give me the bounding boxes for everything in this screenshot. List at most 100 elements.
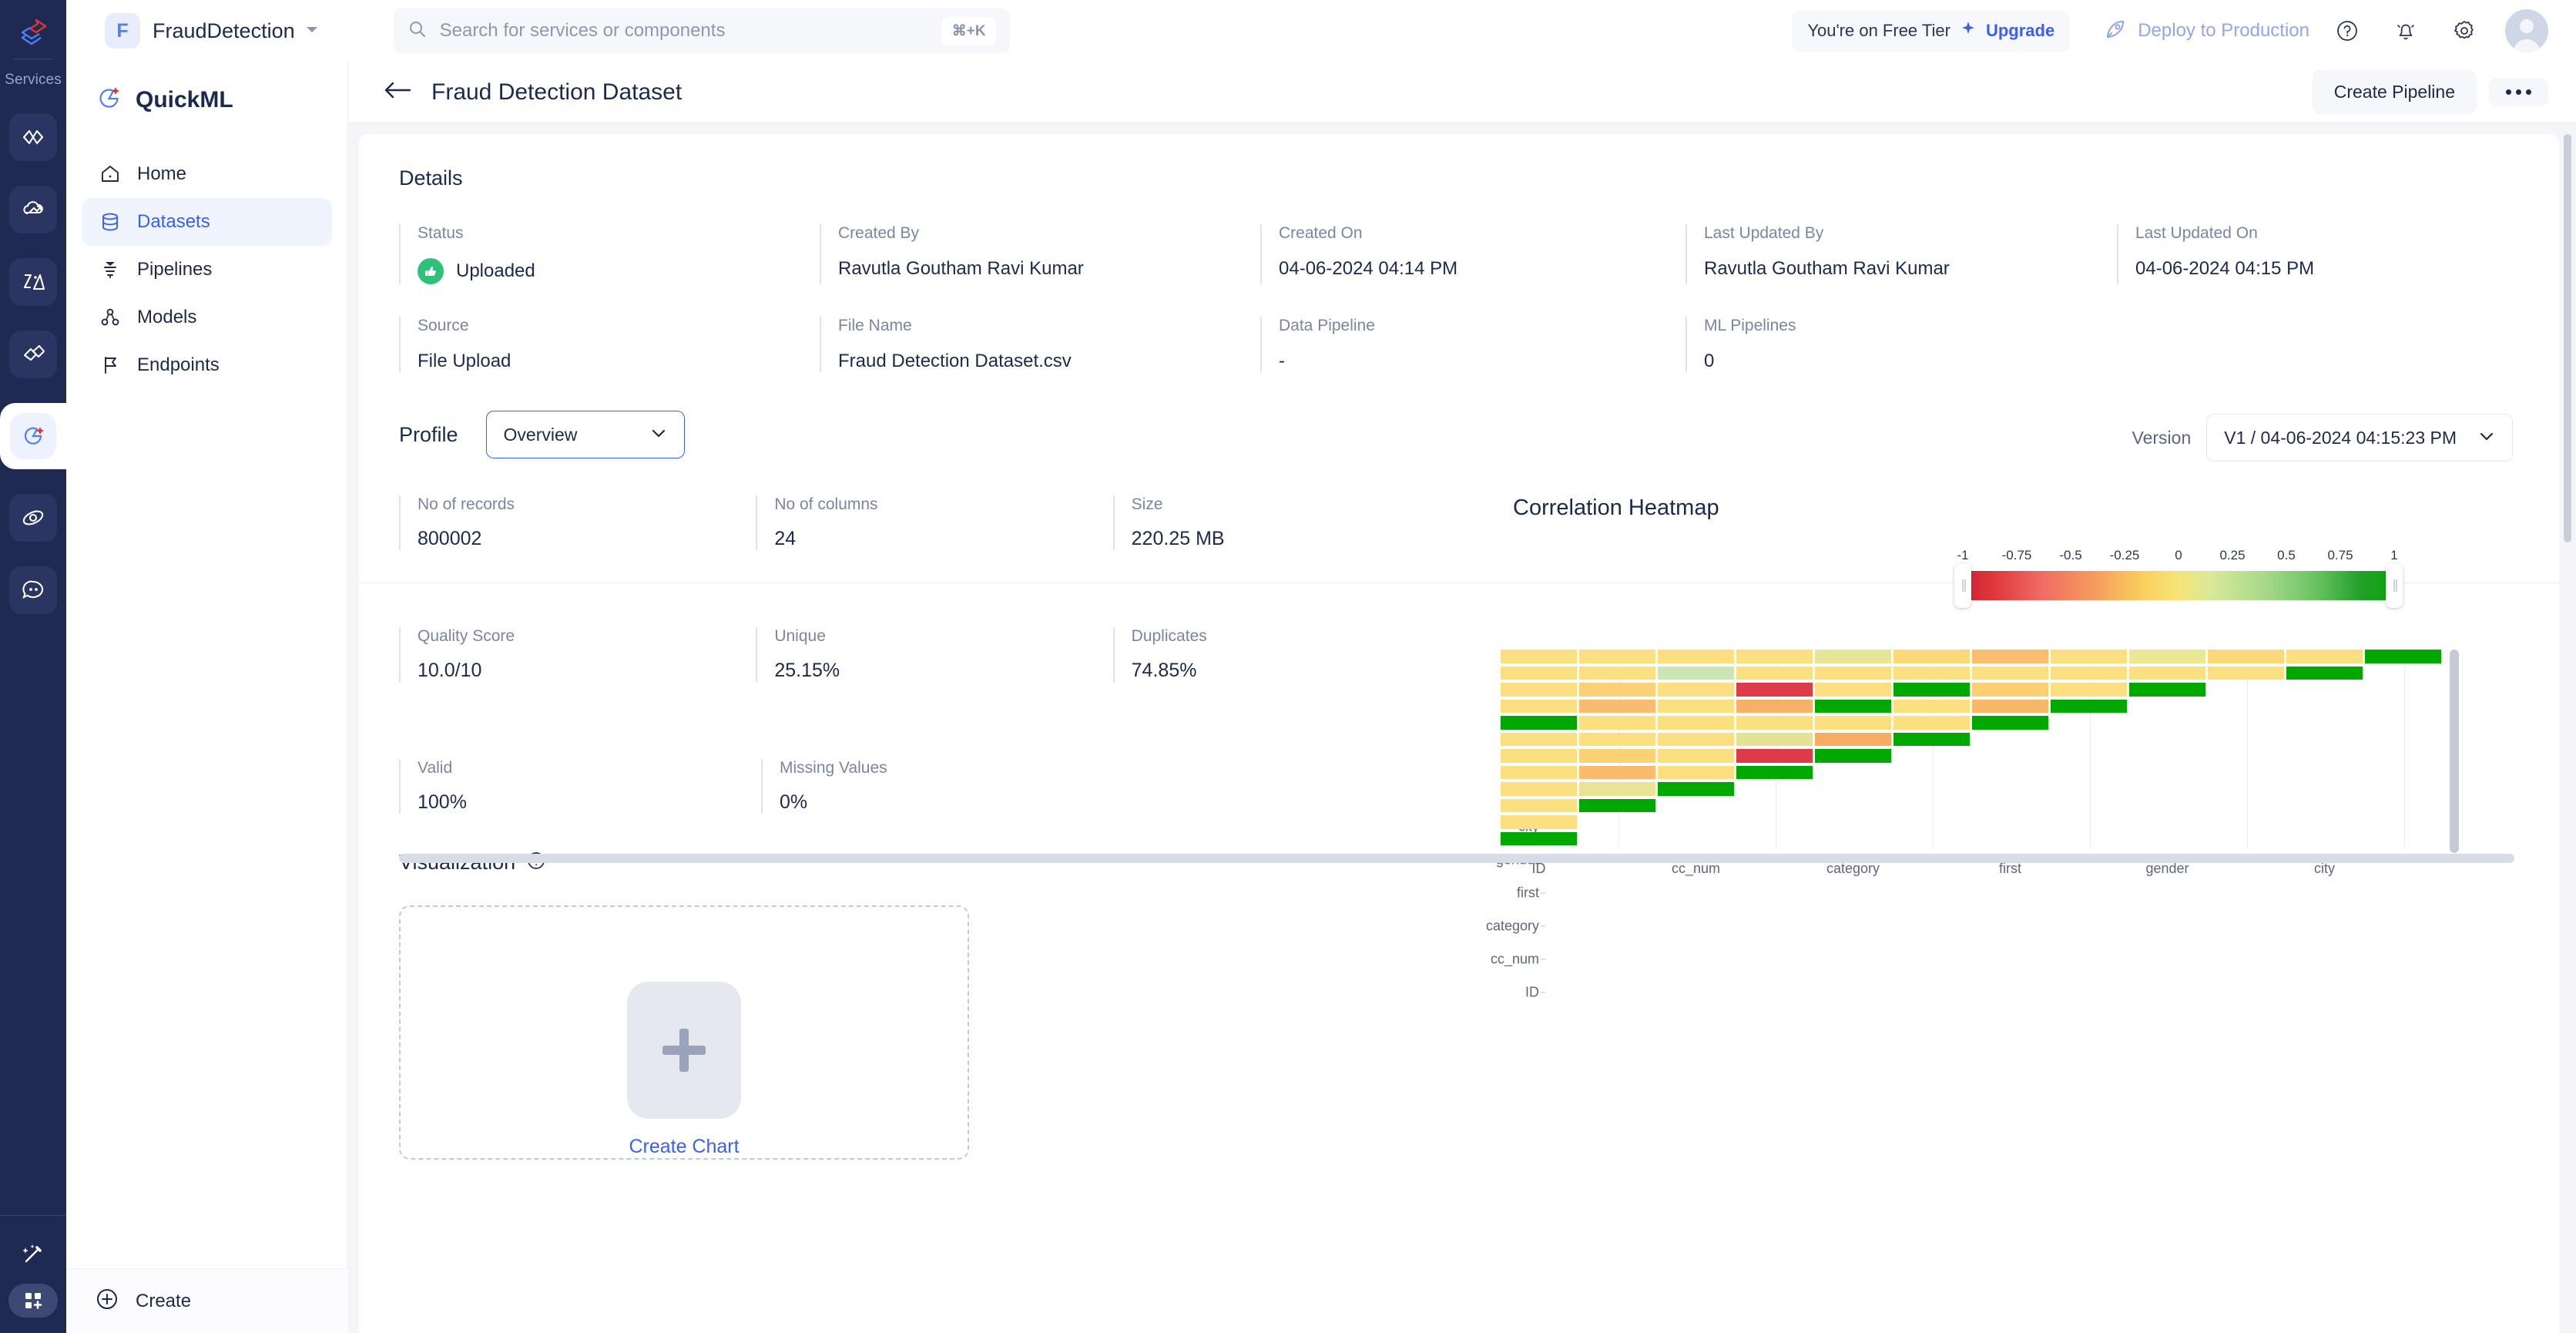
- heatmap-cell[interactable]: [1893, 650, 1970, 663]
- heatmap-cell[interactable]: [1658, 683, 1734, 697]
- chat-service-icon[interactable]: [9, 566, 57, 614]
- heatmap-cell[interactable]: [2208, 650, 2284, 663]
- heatmap-cell[interactable]: [2051, 683, 2127, 697]
- heatmap-cell[interactable]: [1815, 732, 1891, 746]
- heatmap-cell[interactable]: [2208, 666, 2284, 680]
- create-pipeline-button[interactable]: Create Pipeline: [2312, 70, 2477, 114]
- heatmap-cell[interactable]: [1972, 716, 2048, 730]
- heatmap-cell[interactable]: [1893, 699, 1970, 713]
- heatmap-cell[interactable]: [2051, 699, 2127, 713]
- heatmap-cell[interactable]: [1501, 716, 1577, 730]
- heatmap-cell[interactable]: [1501, 815, 1577, 829]
- heatmap-cell[interactable]: [2129, 683, 2205, 697]
- create-chart-dropzone[interactable]: Create Chart: [399, 905, 969, 1160]
- gear-icon[interactable]: [2444, 10, 2485, 52]
- heatmap-cell[interactable]: [1658, 782, 1734, 796]
- heatmap-cell[interactable]: [1736, 765, 1813, 779]
- heatmap-cell[interactable]: [1579, 749, 1655, 763]
- upgrade-link[interactable]: Upgrade: [1986, 21, 2054, 41]
- heatmap-cell[interactable]: [1815, 699, 1891, 713]
- quickml-brand[interactable]: QuickML: [66, 62, 347, 116]
- content-scrollbar-thumb[interactable]: [2564, 134, 2571, 542]
- heatmap-cell[interactable]: [1736, 716, 1813, 730]
- heatmap-cell[interactable]: [1815, 749, 1891, 763]
- heatmap-cell[interactable]: [1579, 732, 1655, 746]
- heatmap-cell[interactable]: [1815, 666, 1891, 680]
- version-select[interactable]: V1 / 04-06-2024 04:15:23 PM: [2206, 414, 2513, 462]
- heatmap-cell[interactable]: [1501, 798, 1577, 812]
- quickml-service-icon[interactable]: [0, 403, 66, 469]
- heatmap-cell[interactable]: [1501, 683, 1577, 697]
- heatmap-cell[interactable]: [1972, 666, 2048, 680]
- orbit-service-icon[interactable]: [9, 494, 57, 542]
- heatmap-cell[interactable]: [1736, 650, 1813, 663]
- app-grid-add-icon[interactable]: [8, 1284, 58, 1318]
- heatmap-cell[interactable]: [1501, 782, 1577, 796]
- heatmap-cell[interactable]: [1501, 699, 1577, 713]
- arrow-left-icon[interactable]: [384, 79, 411, 105]
- media-service-icon[interactable]: [9, 258, 57, 306]
- heatmap-cell[interactable]: [1579, 666, 1655, 680]
- heatmap-cell[interactable]: [2129, 650, 2205, 663]
- bell-icon[interactable]: [2385, 10, 2427, 52]
- heatmap-cell[interactable]: [2129, 666, 2205, 680]
- heatmap-cell[interactable]: [1501, 666, 1577, 680]
- heatmap-cell[interactable]: [1501, 831, 1577, 845]
- heatmap-cell[interactable]: [1893, 732, 1970, 746]
- heatmap-cell[interactable]: [2051, 666, 2127, 680]
- profile-view-select[interactable]: Overview: [485, 411, 685, 458]
- heatmap-cell[interactable]: [1658, 666, 1734, 680]
- heatmap-cell[interactable]: [2365, 650, 2441, 663]
- magic-wand-icon[interactable]: [12, 1236, 55, 1273]
- heatmap-cell[interactable]: [1658, 749, 1734, 763]
- heatmap-cell[interactable]: [1658, 716, 1734, 730]
- sidebar-item-models[interactable]: Models: [82, 294, 332, 341]
- heatmap-cell[interactable]: [1972, 683, 2048, 697]
- help-circle-icon[interactable]: [2326, 10, 2368, 52]
- colorbar-max-handle[interactable]: [2386, 563, 2403, 608]
- ellipsis-icon[interactable]: [2489, 78, 2548, 106]
- sidebar-item-endpoints[interactable]: Endpoints: [82, 341, 332, 389]
- code-service-icon[interactable]: [9, 113, 57, 161]
- colorbar-min-handle[interactable]: [1954, 563, 1971, 608]
- heatmap-cell[interactable]: [1972, 650, 2048, 663]
- heatmap-cell[interactable]: [1972, 699, 2048, 713]
- heatmap-cell[interactable]: [1736, 666, 1813, 680]
- heatmap-cell[interactable]: [1501, 749, 1577, 763]
- heatmap-cell[interactable]: [2051, 650, 2127, 663]
- heatmap-cell[interactable]: [1579, 798, 1655, 812]
- heatmap-cell[interactable]: [1893, 666, 1970, 680]
- heatmap-cell[interactable]: [1501, 765, 1577, 779]
- heatmap-cell[interactable]: [1579, 716, 1655, 730]
- heatmap-cell[interactable]: [1736, 732, 1813, 746]
- heatmap-cell[interactable]: [1815, 683, 1891, 697]
- heatmap-cell[interactable]: [1658, 699, 1734, 713]
- heatmap-cell[interactable]: [1579, 699, 1655, 713]
- search-input[interactable]: Search for services or components ⌘+K: [393, 8, 1010, 53]
- heatmap-cell[interactable]: [2286, 650, 2363, 663]
- heatmap-cell[interactable]: [1579, 782, 1655, 796]
- heatmap-cell[interactable]: [1736, 683, 1813, 697]
- heatmap-cell[interactable]: [1736, 699, 1813, 713]
- heatmap-cell[interactable]: [1815, 716, 1891, 730]
- heatmap-cell[interactable]: [1815, 650, 1891, 663]
- create-button[interactable]: Create: [66, 1268, 348, 1333]
- heatmap-vertical-scrollbar[interactable]: [2450, 650, 2459, 853]
- heatmap-cell[interactable]: [1658, 732, 1734, 746]
- profile-horizontal-scrollbar[interactable]: [399, 854, 2514, 863]
- heatmap-cell[interactable]: [1658, 765, 1734, 779]
- heatmap-cell[interactable]: [1501, 732, 1577, 746]
- catalyst-logo-icon[interactable]: [12, 11, 55, 54]
- sidebar-item-home[interactable]: Home: [82, 150, 332, 198]
- heatmap-cell[interactable]: [1501, 650, 1577, 663]
- heatmap-cell[interactable]: [1893, 683, 1970, 697]
- user-avatar[interactable]: [2505, 9, 2548, 52]
- heatmap-cell[interactable]: [1579, 765, 1655, 779]
- connect-service-icon[interactable]: [9, 331, 57, 378]
- deploy-to-production-button[interactable]: Deploy to Production: [2104, 18, 2309, 45]
- heatmap-cell[interactable]: [1736, 749, 1813, 763]
- heatmap-cell[interactable]: [1579, 650, 1655, 663]
- heatmap-cell[interactable]: [1579, 683, 1655, 697]
- org-switcher[interactable]: F FraudDetection: [105, 13, 320, 49]
- heatmap-cell[interactable]: [1658, 650, 1734, 663]
